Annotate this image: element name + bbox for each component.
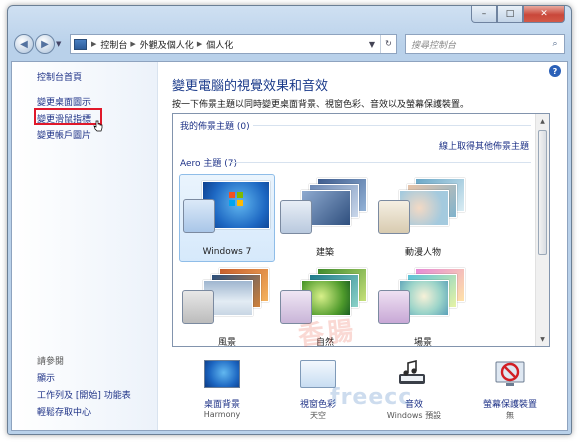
help-icon[interactable]: ? xyxy=(549,65,561,77)
desktop-background-button[interactable]: 桌面背景 Harmony xyxy=(184,352,260,432)
sidebar-link-desktop-icons[interactable]: 變更桌面圖示 xyxy=(37,95,91,108)
back-button[interactable]: ◀ xyxy=(14,34,34,54)
forward-arrow-icon: ▶ xyxy=(41,38,49,50)
settings-strip: 桌面背景 Harmony 視窗色彩 天空 音效 Windows 預設 螢幕保護裝… xyxy=(172,352,550,432)
maximize-button[interactable]: □ xyxy=(497,6,523,23)
scroll-thumb[interactable] xyxy=(538,130,547,255)
sidebar-home-link[interactable]: 控制台首頁 xyxy=(37,70,82,83)
hand-cursor-icon xyxy=(93,120,103,132)
navigation-bar: ◀ ▶ ▼ ▶ 控制台 ▶ 外觀及個人化 ▶ 個人化 ▼ ↻ 搜尋控制台 ⌕ xyxy=(14,33,565,55)
screensaver-icon xyxy=(495,361,525,386)
desktop-background-label: 桌面背景 xyxy=(203,400,240,410)
windows-logo-icon xyxy=(229,192,243,206)
content-area: 控制台首頁 變更桌面圖示 變更滑鼠指標 變更帳戶圖片 請參閱 顯示 工作列及 [… xyxy=(11,61,568,431)
main-panel: ? 變更電腦的視覺效果和音效 按一下佈景主題以同時變更桌面背景、視窗色彩、音效以… xyxy=(158,62,567,430)
window-color-label: 視窗色彩 xyxy=(299,400,336,410)
sounds-value: Windows 預設 xyxy=(386,411,442,420)
sidebar: 控制台首頁 變更桌面圖示 變更滑鼠指標 變更帳戶圖片 請參閱 顯示 工作列及 [… xyxy=(12,62,158,430)
window-controls: – □ ✕ xyxy=(471,6,565,23)
get-more-themes-link[interactable]: 線上取得其他佈景主題 xyxy=(439,139,529,152)
theme-landscapes[interactable]: 風景 xyxy=(179,264,275,347)
screensaver-button[interactable]: 螢幕保護裝置 無 xyxy=(472,352,548,432)
my-themes-heading: 我的佈景主題 (0) xyxy=(180,122,250,132)
theme-label: 動漫人物 xyxy=(404,248,441,258)
breadcrumb-separator-icon: ▶ xyxy=(91,40,97,48)
sounds-button[interactable]: 音效 Windows 預設 xyxy=(376,352,452,432)
theme-label: 自然 xyxy=(315,338,334,347)
theme-color-swatch xyxy=(378,200,410,234)
search-box[interactable]: 搜尋控制台 ⌕ xyxy=(405,34,565,54)
breadcrumb-separator-icon: ▶ xyxy=(130,40,136,48)
breadcrumb-appearance[interactable]: 外觀及個人化 xyxy=(140,38,194,51)
theme-color-swatch xyxy=(280,200,312,234)
minimize-button[interactable]: – xyxy=(471,6,497,23)
theme-color-swatch xyxy=(183,199,215,233)
theme-nature[interactable]: 自然 xyxy=(277,264,373,347)
recent-pages-dropdown[interactable]: ▼ xyxy=(56,40,66,48)
control-panel-window: – □ ✕ ◀ ▶ ▼ ▶ 控制台 ▶ 外觀及個人化 ▶ 個人化 ▼ ↻ 搜尋控… xyxy=(7,5,572,435)
scroll-up-icon[interactable]: ▲ xyxy=(536,114,549,128)
theme-list: 我的佈景主題 (0) 線上取得其他佈景主題 Aero 主題 (7) Window… xyxy=(172,113,550,347)
sidebar-link-account-picture[interactable]: 變更帳戶圖片 xyxy=(37,128,91,141)
theme-label: 建築 xyxy=(315,248,334,258)
see-also-heading: 請參閱 xyxy=(37,357,65,367)
address-dropdown-icon[interactable]: ▼ xyxy=(364,40,380,49)
theme-architecture[interactable]: 建築 xyxy=(277,174,373,262)
screensaver-label: 螢幕保護裝置 xyxy=(482,400,537,410)
theme-list-scrollbar[interactable]: ▲ ▼ xyxy=(535,114,549,346)
search-icon[interactable]: ⌕ xyxy=(546,39,564,49)
breadcrumb-separator-icon: ▶ xyxy=(196,40,203,48)
theme-label: 風景 xyxy=(217,338,236,347)
search-input[interactable]: 搜尋控制台 xyxy=(411,38,456,51)
see-also-link-display[interactable]: 顯示 xyxy=(37,371,55,384)
theme-scenes[interactable]: 場景 xyxy=(375,264,471,347)
theme-characters[interactable]: 動漫人物 xyxy=(375,174,471,262)
desktop-background-value: Harmony xyxy=(203,410,241,419)
sounds-label: 音效 xyxy=(404,400,423,410)
aero-themes-heading: Aero 主題 (7) xyxy=(180,159,238,169)
breadcrumb-control-panel[interactable]: 控制台 xyxy=(100,38,127,51)
theme-color-swatch xyxy=(378,290,410,324)
theme-windows-7[interactable]: Windows 7 xyxy=(179,174,275,262)
theme-label: Windows 7 xyxy=(202,247,252,257)
theme-color-swatch xyxy=(182,290,214,324)
theme-color-swatch xyxy=(280,290,312,324)
see-also-link-taskbar[interactable]: 工作列及 [開始] 功能表 xyxy=(37,388,131,401)
back-arrow-icon: ◀ xyxy=(20,38,28,50)
window-color-icon xyxy=(300,360,336,388)
window-color-button[interactable]: 視窗色彩 天空 xyxy=(280,352,356,432)
section-divider xyxy=(253,125,531,126)
sounds-icon xyxy=(399,360,425,384)
highlight-box xyxy=(34,108,102,125)
theme-label: 場景 xyxy=(413,338,432,347)
section-divider xyxy=(231,162,531,163)
address-bar[interactable]: ▶ 控制台 ▶ 外觀及個人化 ▶ 個人化 ▼ ↻ xyxy=(70,34,397,54)
refresh-icon[interactable]: ↻ xyxy=(380,35,396,53)
window-color-value: 天空 xyxy=(310,411,326,420)
see-also-link-ease-of-access[interactable]: 輕鬆存取中心 xyxy=(37,405,91,418)
forward-button[interactable]: ▶ xyxy=(35,34,55,54)
breadcrumb-personalization[interactable]: 個人化 xyxy=(206,38,233,51)
control-panel-icon xyxy=(74,38,87,50)
screensaver-value: 無 xyxy=(506,411,514,420)
scroll-down-icon[interactable]: ▼ xyxy=(536,332,549,346)
page-title: 變更電腦的視覺效果和音效 xyxy=(172,79,329,94)
desktop-background-icon xyxy=(204,360,240,388)
page-subtitle: 按一下佈景主題以同時變更桌面背景、視窗色彩、音效以及螢幕保護裝置。 xyxy=(172,100,470,110)
close-button[interactable]: ✕ xyxy=(523,6,565,23)
